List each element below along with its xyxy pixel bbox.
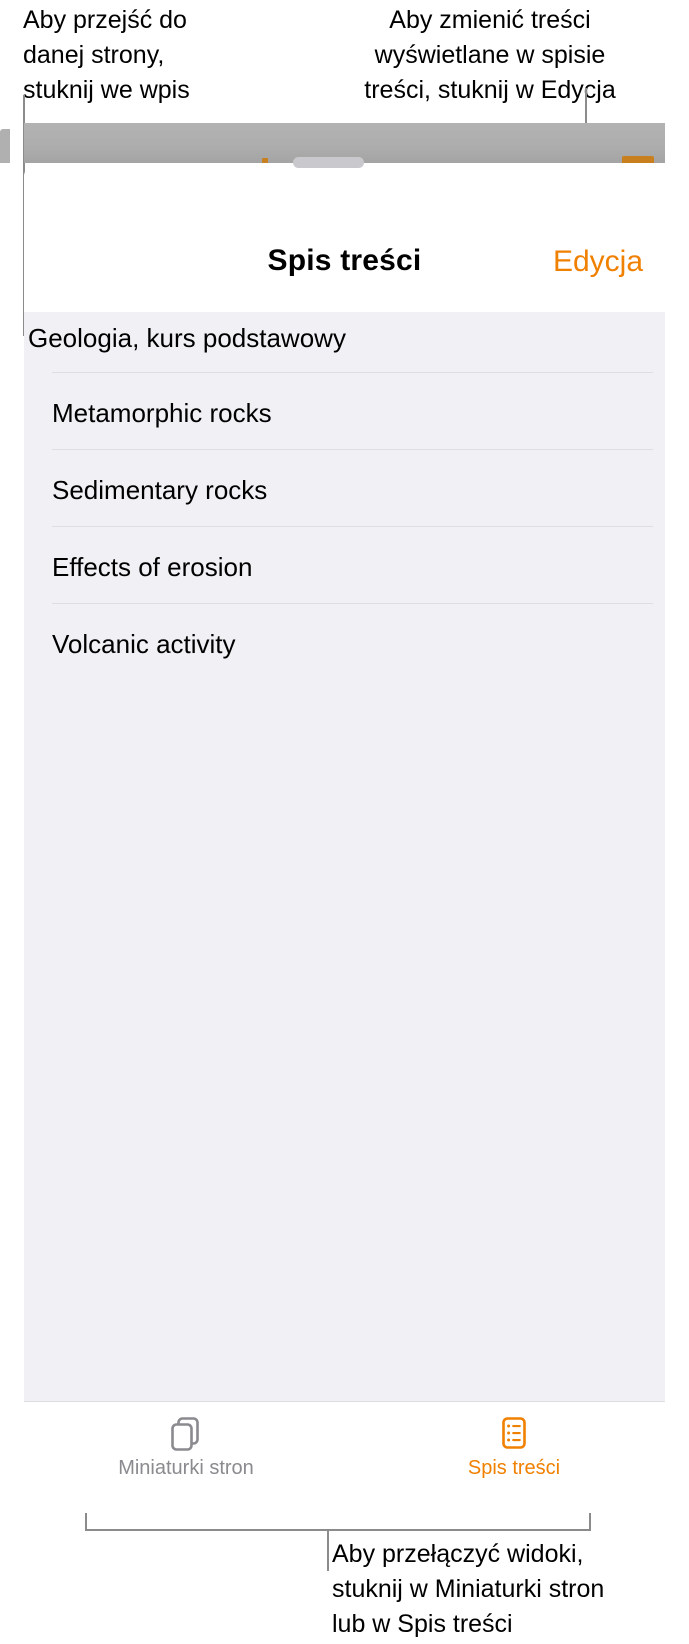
toc-entry-label: Sedimentary rocks: [52, 475, 268, 505]
toc-section-header[interactable]: Geologia, kurs podstawowy: [28, 323, 346, 354]
toc-entry[interactable]: Volcanic activity: [24, 603, 665, 680]
tab-page-thumbnails[interactable]: Miniaturki stron: [86, 1402, 286, 1482]
toc-entry[interactable]: Sedimentary rocks: [24, 449, 665, 526]
toc-entry-separator: [52, 449, 653, 450]
tab-table-of-contents[interactable]: Spis treści: [414, 1402, 614, 1482]
edit-button[interactable]: Edycja: [553, 245, 643, 279]
callout-bracket-bottom: [85, 1513, 591, 1531]
bottom-tab-bar: Miniaturki stron Spis treści: [24, 1401, 665, 1482]
callout-top-right: Aby zmienić treści wyświetlane w spisie …: [364, 6, 616, 104]
pages-thumbnails-icon: [165, 1413, 207, 1455]
toc-entry-separator: [52, 526, 653, 527]
toc-entry[interactable]: Effects of erosion: [24, 526, 665, 603]
toc-entry-list: Metamorphic rocks Sedimentary rocks Effect…: [24, 372, 665, 680]
toc-list: Geologia, kurs podstawowy Metamorphic ro…: [24, 312, 665, 1401]
toc-entry-separator: [52, 372, 653, 373]
toc-entry-separator: [52, 603, 653, 604]
toc-entry-label: Volcanic activity: [52, 629, 236, 659]
callout-leader-line-bottom: [327, 1531, 329, 1571]
toc-entry-label: Metamorphic rocks: [52, 398, 272, 428]
sheet-drag-handle[interactable]: [293, 157, 364, 168]
table-of-contents-panel: Spis treści Edycja Geologia, kurs podsta…: [24, 163, 665, 1482]
callout-top-left: Aby przejść do danej strony, stuknij we …: [23, 6, 190, 104]
table-of-contents-icon: [493, 1413, 535, 1455]
tab-table-of-contents-label: Spis treści: [467, 1457, 561, 1479]
toc-entry[interactable]: Metamorphic rocks: [24, 372, 665, 449]
sheet-header: Spis treści Edycja: [24, 163, 665, 312]
tab-page-thumbnails-label: Miniaturki stron: [118, 1457, 254, 1479]
toolbar-edge-sliver: [0, 129, 10, 163]
toolbar-accent-tab: [622, 156, 654, 163]
toc-entry-label: Effects of erosion: [52, 552, 253, 582]
callout-bottom: Aby przełączyć widoki, stuknij w Miniatu…: [332, 1540, 605, 1638]
